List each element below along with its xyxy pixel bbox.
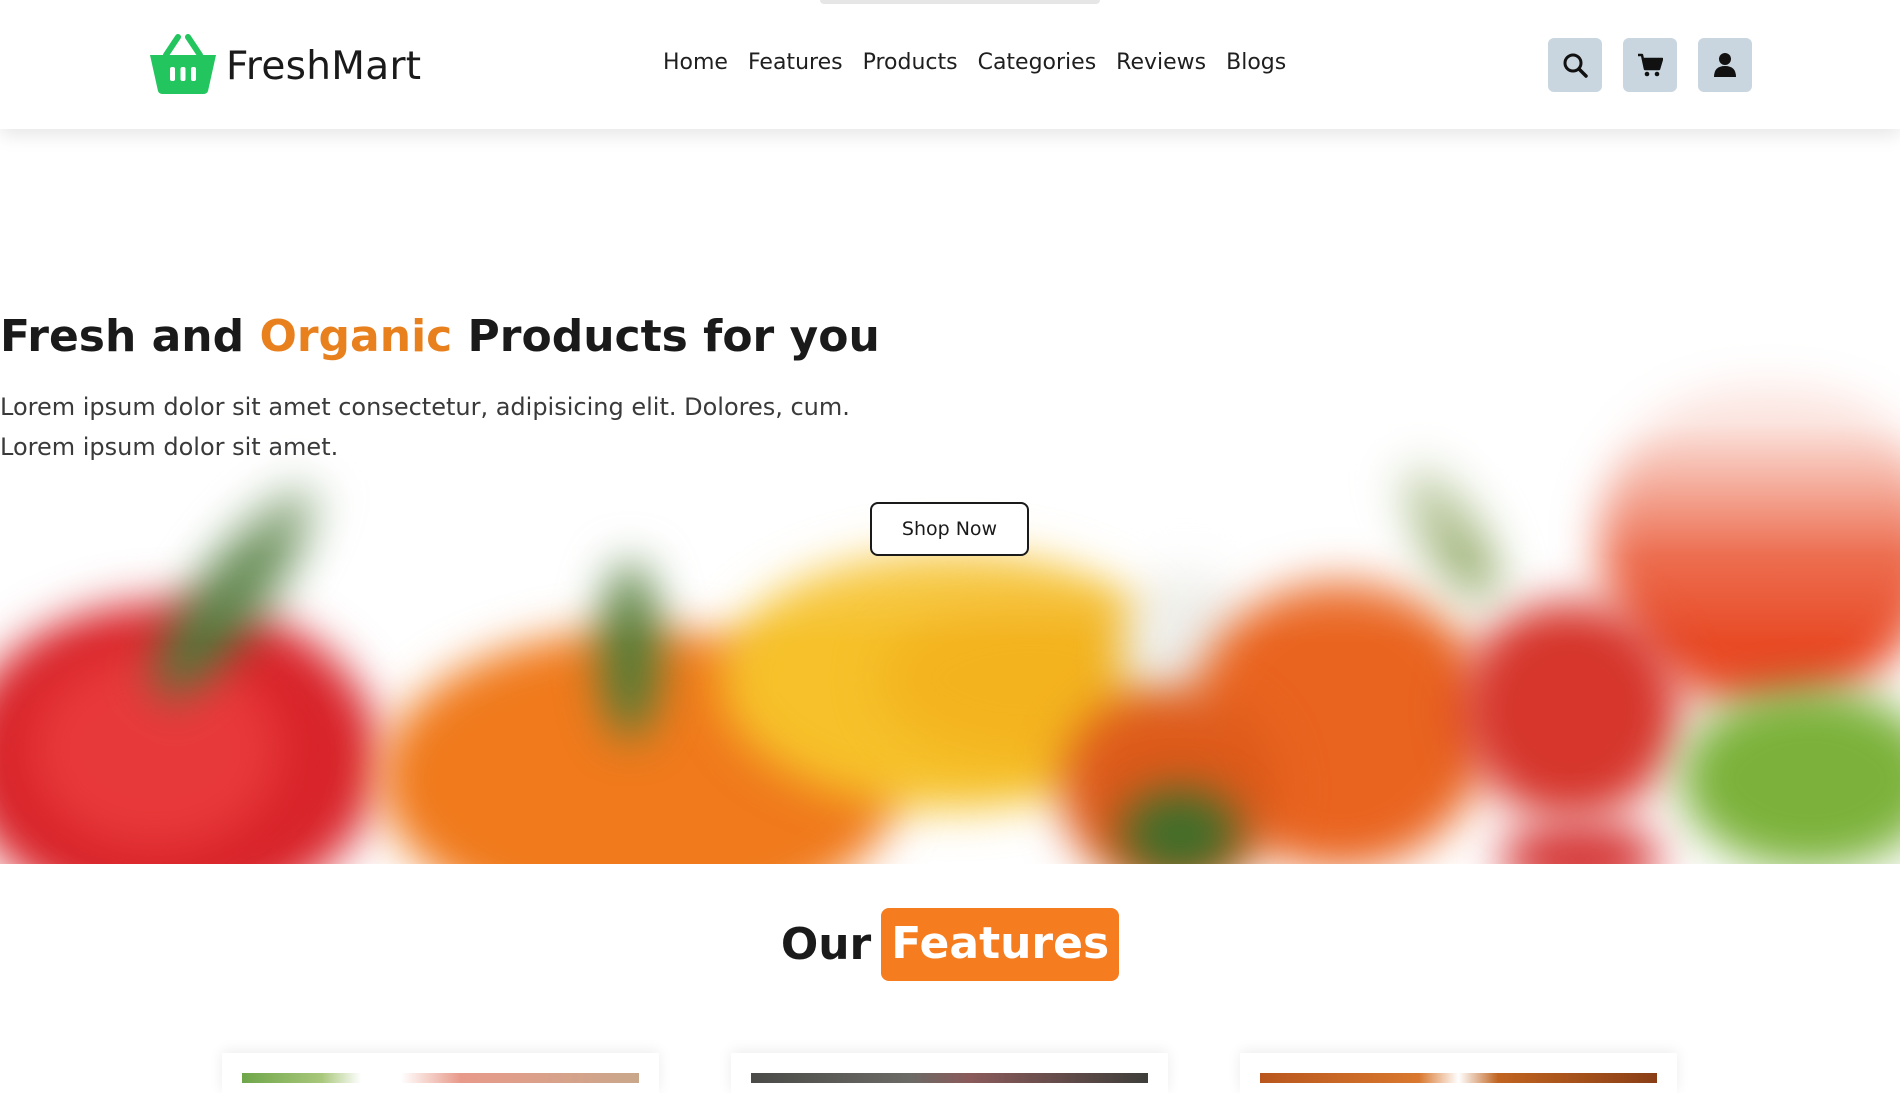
site-header: FreshMart Home Features Products Categor… <box>0 0 1900 129</box>
hero-subtitle-line2: Lorem ipsum dolor sit amet. <box>0 433 339 461</box>
feature-card-image <box>751 1073 1148 1083</box>
hero-fade-overlay <box>0 129 1900 864</box>
feature-card-image <box>1260 1073 1657 1083</box>
hero-subtitle: Lorem ipsum dolor sit amet consectetur, … <box>0 387 1900 467</box>
nav-link-products[interactable]: Products <box>863 50 958 75</box>
nav-link-home[interactable]: Home <box>663 50 728 75</box>
brand-logo[interactable]: FreshMart <box>148 33 421 100</box>
hero-title: Fresh and Organic Products for you <box>0 311 880 362</box>
brand-name: FreshMart <box>226 44 422 89</box>
features-heading-plain: Our <box>780 919 872 970</box>
search-icon <box>1563 53 1588 78</box>
feature-card[interactable] <box>222 1053 659 1093</box>
top-tab-decoration <box>820 0 1100 4</box>
user-button[interactable] <box>1698 38 1752 92</box>
feature-card-image <box>242 1073 639 1083</box>
user-icon <box>1714 53 1736 77</box>
basket-icon <box>148 33 218 100</box>
hero-section: Fresh and Organic Products for you Lorem… <box>0 129 1900 864</box>
features-heading: Our Features <box>0 908 1900 981</box>
nav-link-reviews[interactable]: Reviews <box>1116 50 1206 75</box>
nav-link-blogs[interactable]: Blogs <box>1226 50 1286 75</box>
main-nav: Home Features Products Categories Review… <box>663 50 1286 75</box>
hero-title-accent: Organic <box>259 311 453 362</box>
nav-link-categories[interactable]: Categories <box>978 50 1097 75</box>
nav-link-features[interactable]: Features <box>748 50 843 75</box>
cart-button[interactable] <box>1623 38 1677 92</box>
shop-now-button[interactable]: Shop Now <box>870 502 1029 556</box>
search-button[interactable] <box>1548 38 1602 92</box>
hero-subtitle-line1: Lorem ipsum dolor sit amet consectetur, … <box>0 393 850 421</box>
features-heading-badge: Features <box>881 908 1120 981</box>
feature-card[interactable] <box>1240 1053 1677 1093</box>
feature-card[interactable] <box>731 1053 1168 1093</box>
cart-icon <box>1638 53 1663 77</box>
